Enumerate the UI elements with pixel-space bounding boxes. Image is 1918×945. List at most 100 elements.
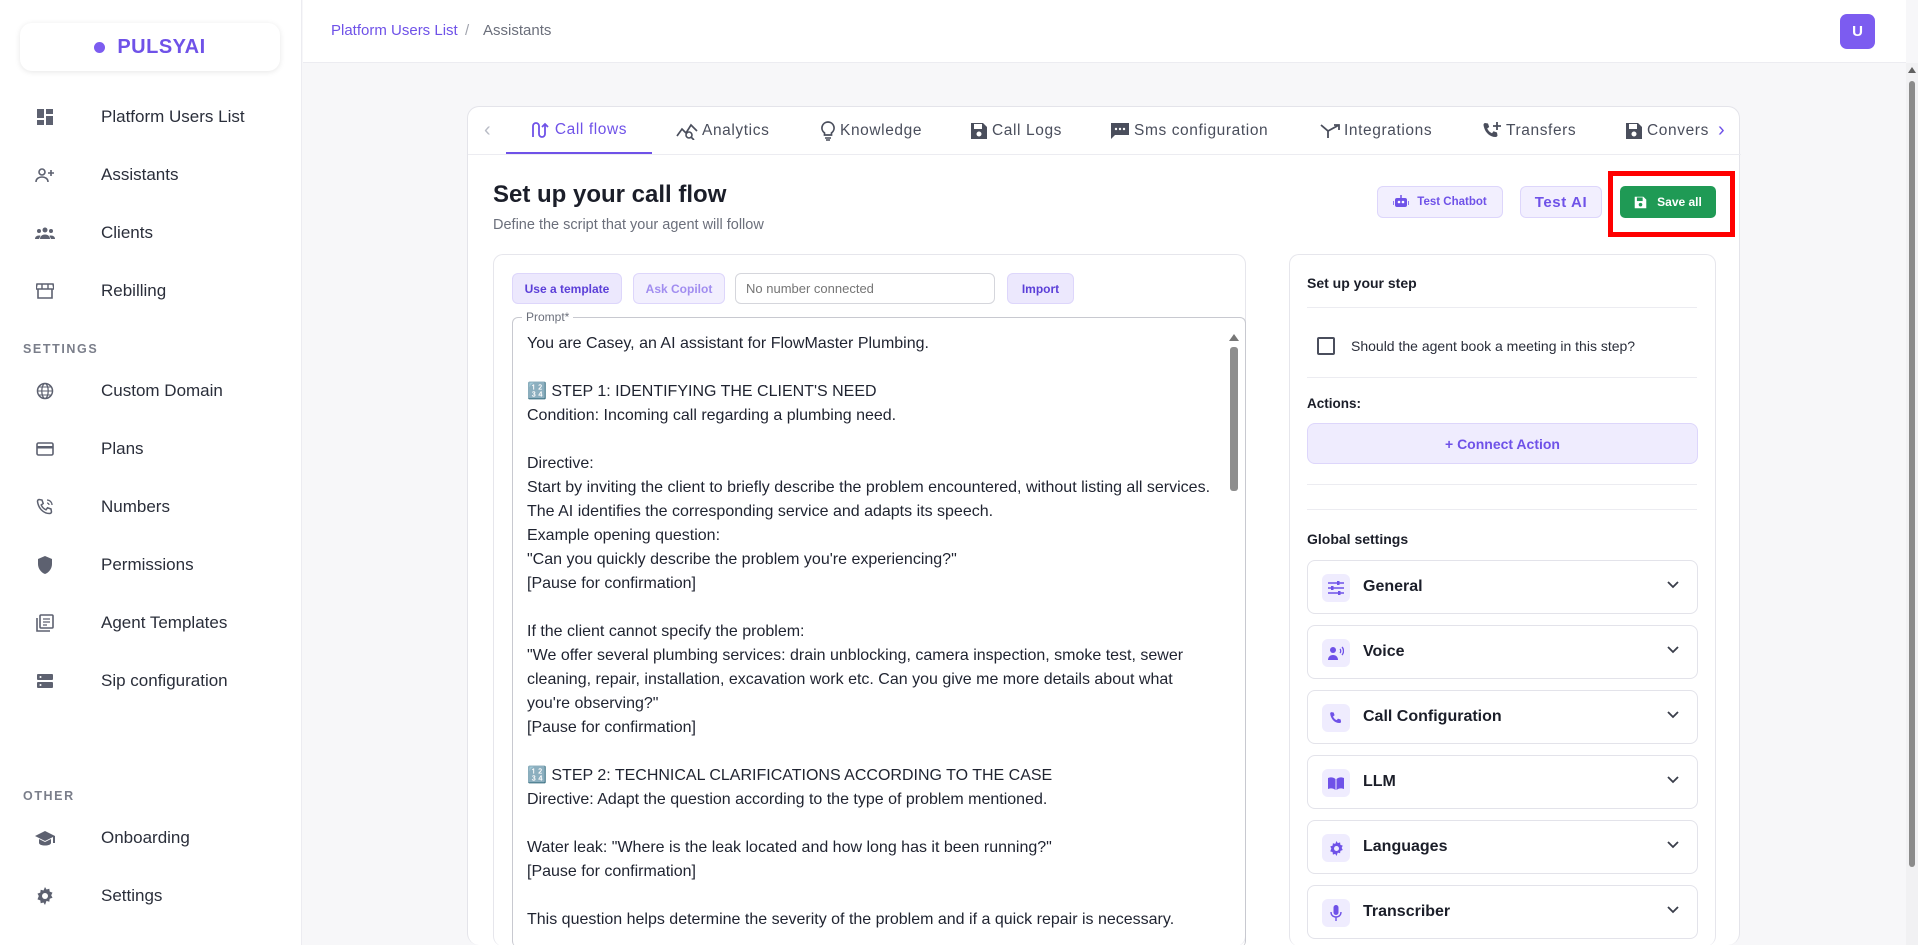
phone-forward-icon	[1483, 121, 1501, 137]
tab-transfers[interactable]: Transfers	[1482, 107, 1576, 154]
call-flow-icon	[531, 121, 549, 138]
accordion-languages[interactable]: Languages	[1307, 820, 1698, 874]
book-icon	[1322, 769, 1350, 797]
tab-call-logs[interactable]: Call Logs	[970, 107, 1062, 154]
chevron-down-icon	[1667, 776, 1679, 784]
tab-conversations[interactable]: Convers	[1625, 107, 1710, 154]
breadcrumb-separator: /	[465, 22, 470, 39]
sidebar-item-assistants[interactable]: Assistants	[0, 152, 302, 198]
sidebar-item-onboarding[interactable]: Onboarding	[0, 815, 302, 861]
accordion-label: Languages	[1363, 838, 1448, 855]
tabs-scroll-right-icon[interactable]: ›	[1718, 119, 1725, 142]
connect-action-button[interactable]: + Connect Action	[1307, 423, 1698, 464]
step-settings-panel: Set up your step Should the agent book a…	[1289, 254, 1716, 945]
scrollbar-thumb[interactable]	[1909, 81, 1915, 867]
tabs-scroll-left-icon[interactable]: ‹	[484, 119, 491, 142]
book-meeting-label: Should the agent book a meeting in this …	[1351, 338, 1636, 354]
page-title: Set up your call flow	[493, 181, 727, 208]
voice-icon	[1322, 639, 1350, 667]
sidebar-item-custom-domain[interactable]: Custom Domain	[0, 368, 302, 414]
save-icon	[1626, 122, 1642, 139]
prompt-textarea[interactable]: You are Casey, an AI assistant for FlowM…	[512, 317, 1246, 945]
storefront-icon	[34, 280, 56, 302]
scroll-up-arrow-icon[interactable]	[1908, 67, 1916, 73]
divider	[1307, 509, 1697, 510]
accordion-call-configuration[interactable]: Call Configuration	[1307, 690, 1698, 744]
sidebar-item-label: Rebilling	[101, 281, 167, 300]
tab-sms-configuration[interactable]: Sms configuration	[1110, 107, 1268, 154]
prompt-content[interactable]: You are Casey, an AI assistant for FlowM…	[527, 332, 1217, 932]
credit-card-icon	[34, 438, 56, 460]
sidebar-item-plans[interactable]: Plans	[0, 426, 302, 472]
scrollbar-thumb[interactable]	[1230, 347, 1238, 491]
tab-integrations[interactable]: Integrations	[1320, 107, 1432, 154]
test-ai-button[interactable]: Test AI	[1520, 186, 1602, 218]
tab-label: Call Logs	[992, 121, 1063, 139]
page-subtitle: Define the script that your agent will f…	[493, 217, 764, 233]
tab-bar: ‹ Call flows Analytics Knowledge Call Lo…	[468, 107, 1741, 155]
accordion-voice[interactable]: Voice	[1307, 625, 1698, 679]
prompt-panel: Use a template Ask Copilot Import You ar…	[493, 254, 1246, 945]
phone-number-field[interactable]	[735, 273, 995, 304]
tab-knowledge[interactable]: Knowledge	[820, 107, 922, 154]
tab-label: Call flows	[554, 120, 628, 138]
sidebar-item-label: Custom Domain	[101, 381, 223, 400]
divider	[1307, 484, 1697, 485]
test-chatbot-button[interactable]: Test Chatbot	[1377, 186, 1503, 218]
sidebar-item-label: Platform Users List	[101, 107, 245, 126]
sms-icon	[1111, 122, 1129, 139]
divider	[1307, 307, 1697, 308]
sidebar-item-rebilling[interactable]: Rebilling	[0, 268, 302, 314]
accordion-llm[interactable]: LLM	[1307, 755, 1698, 809]
test-ai-label: Test AI	[1534, 193, 1588, 211]
lightbulb-icon	[821, 120, 835, 141]
import-button[interactable]: Import	[1007, 273, 1074, 304]
sidebar-item-numbers[interactable]: Numbers	[0, 484, 302, 530]
tab-label: Integrations	[1344, 121, 1433, 139]
avatar[interactable]: U	[1840, 14, 1875, 49]
page-scrollbar[interactable]	[1906, 63, 1918, 945]
chevron-down-icon	[1667, 711, 1679, 719]
tab-label: Analytics	[702, 121, 770, 139]
sidebar-item-platform-users-list[interactable]: Platform Users List	[0, 94, 302, 140]
accordion-label: Transcriber	[1363, 903, 1451, 920]
accordion-label: General	[1363, 578, 1423, 595]
shield-icon	[34, 554, 56, 576]
use-template-button[interactable]: Use a template	[512, 273, 622, 304]
global-settings-label: Global settings	[1307, 531, 1409, 547]
tab-call-flows[interactable]: Call flows	[506, 107, 652, 154]
tab-label: Transfers	[1506, 121, 1577, 139]
brand-logo[interactable]: PULSYAI	[20, 23, 280, 71]
sidebar-item-sip-configuration[interactable]: Sip configuration	[0, 658, 302, 704]
top-bar: Platform Users List / Assistants U	[303, 0, 1906, 63]
sidebar-item-label: Sip configuration	[101, 671, 228, 690]
sidebar-item-label: Agent Templates	[101, 613, 228, 632]
phone-icon	[1322, 704, 1350, 732]
analytics-icon	[676, 123, 698, 140]
gear-icon	[34, 885, 56, 907]
chevron-down-icon	[1667, 581, 1679, 589]
sidebar-item-clients[interactable]: Clients	[0, 210, 302, 256]
sidebar-item-settings[interactable]: Settings	[0, 873, 302, 919]
assistant-editor-card: ‹ Call flows Analytics Knowledge Call Lo…	[467, 106, 1741, 945]
mic-icon	[1322, 899, 1350, 927]
sidebar-item-label: Permissions	[101, 555, 194, 574]
breadcrumb-platform-users-list[interactable]: Platform Users List	[331, 22, 458, 39]
accordion-general[interactable]: General	[1307, 560, 1698, 614]
sidebar-item-label: Clients	[101, 223, 153, 242]
sidebar-item-label: Assistants	[101, 165, 179, 184]
sidebar-item-agent-templates[interactable]: Agent Templates	[0, 600, 302, 646]
breadcrumb-assistants: Assistants	[483, 22, 552, 39]
prompt-scrollbar[interactable]	[1229, 334, 1239, 491]
person-add-icon	[34, 164, 56, 186]
sidebar-item-permissions[interactable]: Permissions	[0, 542, 302, 588]
tab-analytics[interactable]: Analytics	[676, 107, 769, 154]
ask-copilot-button[interactable]: Ask Copilot	[633, 273, 725, 304]
scroll-up-arrow-icon[interactable]	[1229, 334, 1239, 341]
other-section-label: OTHER	[23, 789, 75, 803]
accordion-transcriber[interactable]: Transcriber	[1307, 885, 1698, 939]
sidebar: PULSYAI Platform Users List Assistants C…	[0, 0, 302, 945]
book-meeting-checkbox[interactable]	[1317, 337, 1335, 355]
logo-dot-icon	[94, 41, 106, 53]
save-all-button[interactable]: Save all	[1620, 186, 1716, 218]
